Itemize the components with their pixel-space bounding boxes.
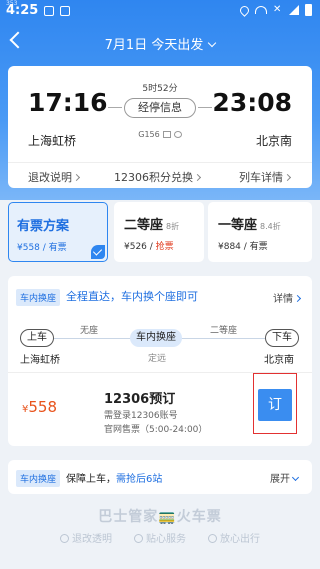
segment-label-no-seat: 无座	[80, 326, 99, 336]
signal-icon	[289, 5, 299, 15]
seat-name-text: 一等座	[218, 218, 258, 233]
expand-button[interactable]: 展开	[270, 470, 300, 485]
top-nav: 7月1日 今天出发	[0, 28, 320, 56]
seat-option-first-class[interactable]: 一等座 8.4折 ¥884 / 有票	[208, 202, 312, 262]
check-icon	[91, 245, 105, 259]
seat-option-available[interactable]: 有票方案 ¥558 / 有票	[8, 202, 108, 262]
check-circle-icon	[208, 534, 217, 543]
departure-time: 17:16	[28, 88, 108, 117]
battery-icon	[305, 4, 312, 16]
seat-price-value: ¥526 /	[124, 242, 156, 252]
date-selector[interactable]: 7月1日 今天出发	[0, 34, 320, 53]
seat-name: 一等座 8.4折	[218, 214, 281, 233]
guarantee-text-prefix: 保障上车，	[66, 474, 116, 485]
shield-icon	[60, 534, 69, 543]
seat-price: ¥526 / 抢票	[124, 239, 174, 252]
order-button[interactable]: 订	[258, 389, 292, 421]
footer-item-refund: 退改透明	[60, 530, 112, 545]
guarantee-text: 保障上车，需抢后6站	[66, 470, 162, 485]
footer-brand: 巴士管家🚃火车票	[98, 509, 222, 525]
order-highlight-box: 订	[253, 373, 297, 434]
seat-name: 有票方案	[17, 219, 70, 234]
id-service-icon	[173, 131, 182, 138]
nav-title: 7月1日 今天出发	[104, 38, 204, 53]
refund-info-link[interactable]: 退改说明	[28, 169, 81, 185]
train-detail-label: 列车详情	[239, 171, 283, 184]
chevron-down-icon	[291, 473, 300, 482]
seat-status: 有票	[249, 242, 268, 252]
plan-detail-link[interactable]: 详情	[273, 290, 302, 305]
seat-price-value: ¥558 /	[17, 243, 49, 253]
notification-icon	[44, 6, 54, 16]
seat-price: ¥558 / 有票	[17, 240, 67, 253]
chevron-right-icon	[193, 173, 202, 182]
chevron-down-icon	[208, 38, 217, 48]
segment-label-second-class: 二等座	[210, 326, 238, 336]
plan-title: 全程直达，车内换个座即可	[66, 290, 198, 303]
plan-detail-label: 详情	[273, 294, 293, 305]
chevron-right-icon	[283, 173, 292, 182]
refund-info-label: 退改说明	[28, 171, 72, 184]
seat-discount: 8折	[166, 222, 180, 231]
guarantee-text-highlight: 需抢后6站	[116, 474, 163, 485]
seat-discount: 8.4折	[260, 222, 281, 231]
guarantee-tag: 车内换座	[16, 470, 61, 487]
notification-a-icon	[60, 6, 70, 16]
train-detail-link[interactable]: 列车详情	[239, 169, 292, 185]
guarantee-card[interactable]: 车内换座 保障上车，需抢后6站 展开	[8, 460, 312, 494]
footer-item-travel: 放心出行	[208, 530, 260, 545]
status-bar: 353 4:25 ✕	[0, 0, 320, 24]
seat-price-value: ¥884 /	[218, 242, 250, 252]
footer-item-label: 贴心服务	[146, 534, 186, 545]
footer-links: 退改透明 贴心服务 放心出行	[0, 530, 320, 545]
location-icon	[238, 3, 251, 17]
status-time: 4:25	[6, 3, 39, 18]
expand-label: 展开	[270, 474, 290, 485]
seat-name-text: 二等座	[124, 218, 164, 233]
stop-info-button[interactable]: 经停信息	[124, 98, 196, 118]
seat-status: 有票	[48, 243, 67, 253]
seat-name: 二等座 8折	[124, 214, 179, 233]
points-exchange-link[interactable]: 12306积分兑换	[114, 169, 202, 185]
heart-icon	[134, 534, 143, 543]
price-value: 558	[28, 398, 58, 416]
wifi-icon	[255, 6, 267, 14]
train-number: G156	[138, 130, 160, 139]
booking-title: 12306预订	[104, 392, 176, 407]
stop-line-left	[108, 107, 122, 108]
stop-line-right	[198, 107, 212, 108]
booking-sub-account: 需登录12306账号	[104, 411, 178, 421]
booking-sub-hours: 官网售票（5:00-24:00）	[104, 425, 208, 435]
alight-pill: 下车	[265, 329, 299, 347]
chevron-right-icon	[72, 173, 81, 182]
plan-tag: 车内换座	[16, 289, 61, 306]
seat-status: 抢票	[155, 242, 174, 252]
chevron-right-icon	[293, 294, 302, 303]
footer-item-label: 退改透明	[72, 534, 112, 545]
plan-dep-station: 上海虹桥	[20, 355, 60, 366]
train-card: 5时52分 17:16 23:08 经停信息 上海虹桥 北京南 G156 退改说…	[8, 66, 312, 188]
plan-mid-station: 定远	[148, 354, 167, 364]
plan-card: 车内换座 全程直达，车内换个座即可 详情 无座 二等座 上车 车内换座 下车 上…	[8, 276, 312, 446]
change-seat-pill: 车内换座	[130, 329, 182, 347]
points-exchange-label: 12306积分兑换	[114, 171, 193, 184]
x-icon: ✕	[273, 4, 282, 15]
plan-arr-station: 北京南	[264, 355, 294, 366]
arrival-time: 23:08	[212, 88, 292, 117]
seat-option-second-class[interactable]: 二等座 8折 ¥526 / 抢票	[114, 202, 204, 262]
plan-price: ¥558	[22, 398, 57, 416]
wifi-service-icon	[162, 131, 171, 138]
board-pill: 上车	[20, 329, 54, 347]
card-links: 退改说明 12306积分兑换 列车详情	[8, 162, 312, 188]
footer-item-service: 贴心服务	[134, 530, 186, 545]
train-number-row: G156	[8, 130, 312, 139]
seat-price: ¥884 / 有票	[218, 239, 268, 252]
footer-item-label: 放心出行	[220, 534, 260, 545]
